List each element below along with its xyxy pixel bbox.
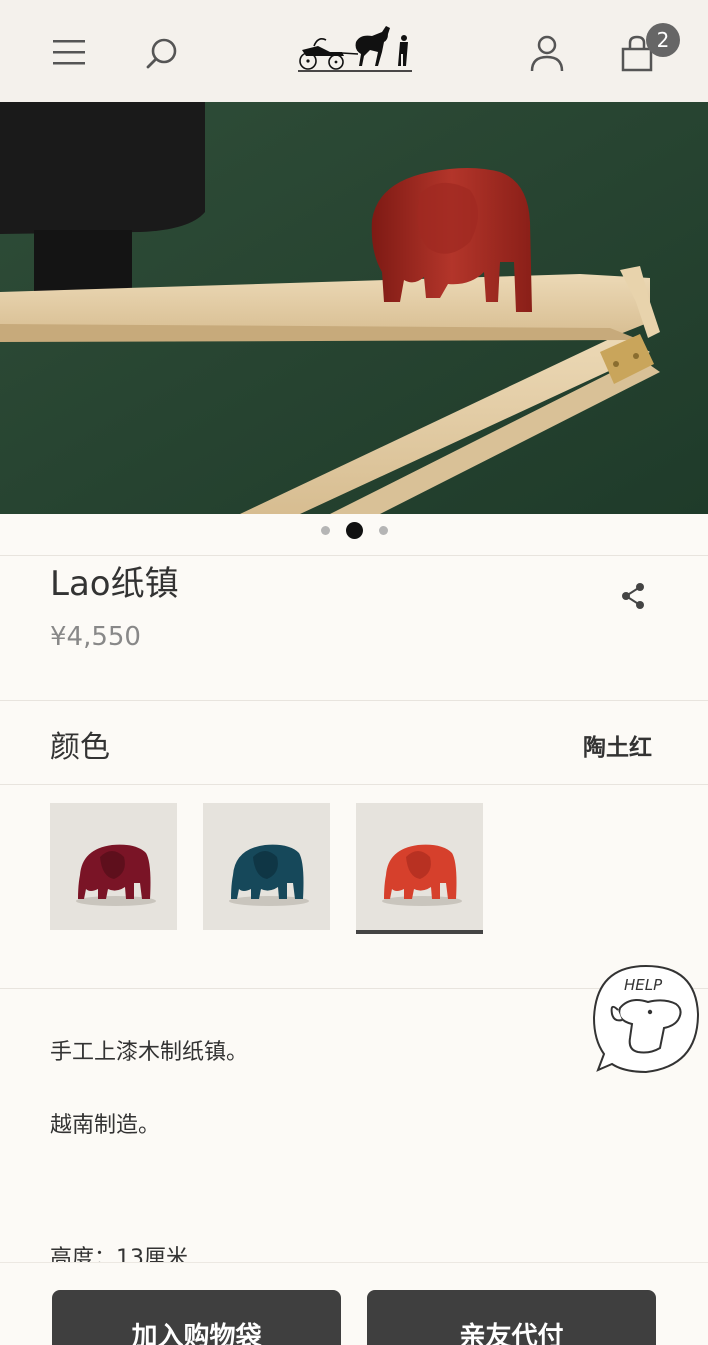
hamburger-menu-icon[interactable] [50, 36, 88, 68]
selected-swatch-indicator [356, 930, 483, 934]
carousel-dot[interactable] [378, 526, 388, 535]
divider [0, 700, 708, 701]
description-text: 手工上漆木制纸镇。 [50, 1040, 249, 1065]
user-icon[interactable] [526, 33, 568, 73]
color-label: 颜色 [50, 730, 110, 765]
divider [0, 784, 708, 785]
help-chat-icon[interactable]: HELP [590, 962, 702, 1076]
friend-pay-button[interactable]: 亲友代付 [367, 1290, 656, 1345]
color-swatch-burgundy[interactable] [50, 803, 177, 930]
origin-text: 越南制造。 [50, 1113, 161, 1138]
product-hero-image[interactable] [0, 102, 708, 514]
product-title: Lao纸镇 [50, 564, 179, 604]
color-swatch-teal[interactable] [203, 803, 330, 930]
carousel-dot-active[interactable] [345, 522, 363, 539]
top-header: 2 [0, 0, 708, 102]
selected-color-name: 陶土红 [583, 735, 652, 761]
cart-count-badge: 2 [646, 23, 680, 57]
share-icon[interactable] [618, 580, 648, 612]
color-swatch-terracotta[interactable] [356, 803, 483, 930]
carousel-dot[interactable] [320, 526, 330, 535]
hermes-carriage-logo[interactable] [296, 22, 416, 74]
carousel-indicator[interactable] [0, 520, 708, 542]
help-label: HELP [624, 976, 663, 994]
add-to-bag-button[interactable]: 加入购物袋 [52, 1290, 341, 1345]
product-price: ¥4,550 [50, 622, 141, 652]
search-icon[interactable] [142, 34, 182, 74]
product-page: 2 Lao纸镇 ¥4,550 颜色 陶土红 手工上漆木制纸镇。 越南制造。 高度… [0, 0, 708, 1345]
